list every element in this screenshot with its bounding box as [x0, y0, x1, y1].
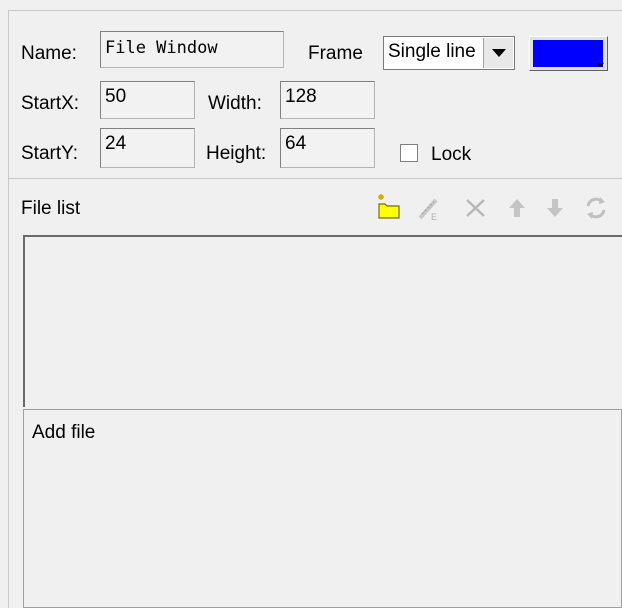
delete-icon[interactable] [462, 194, 490, 222]
height-field[interactable]: 64 [280, 128, 375, 168]
info-text: Add file [32, 422, 96, 443]
edit-file-icon[interactable]: E [414, 194, 442, 222]
svg-text:E: E [431, 212, 437, 222]
frame-color-swatch [533, 40, 603, 67]
starty-field[interactable]: 24 [100, 128, 195, 168]
add-file-icon[interactable] [375, 194, 403, 222]
frame-select[interactable]: Single line [383, 36, 515, 70]
refresh-icon[interactable] [582, 194, 610, 222]
frame-color-button[interactable] [529, 36, 608, 71]
lock-checkbox[interactable] [400, 144, 418, 162]
color-dropdown-icon [596, 63, 604, 67]
width-label: Width: [208, 93, 262, 114]
section-divider [8, 178, 622, 179]
move-up-icon[interactable] [503, 194, 531, 222]
frame-select-value: Single line [388, 41, 476, 62]
chevron-down-icon[interactable] [483, 38, 513, 68]
info-box: Add file [23, 409, 622, 608]
startx-label: StartX: [21, 93, 80, 114]
file-list[interactable] [23, 235, 622, 407]
name-label: Name: [21, 43, 77, 64]
name-field[interactable]: File Window [100, 31, 284, 68]
width-field[interactable]: 128 [280, 81, 375, 119]
frame-label: Frame [308, 43, 363, 64]
starty-label: StartY: [21, 143, 79, 164]
move-down-icon[interactable] [541, 194, 569, 222]
lock-label: Lock [431, 144, 472, 165]
height-label: Height: [206, 143, 267, 164]
file-list-label: File list [21, 198, 81, 219]
startx-field[interactable]: 50 [100, 81, 195, 119]
